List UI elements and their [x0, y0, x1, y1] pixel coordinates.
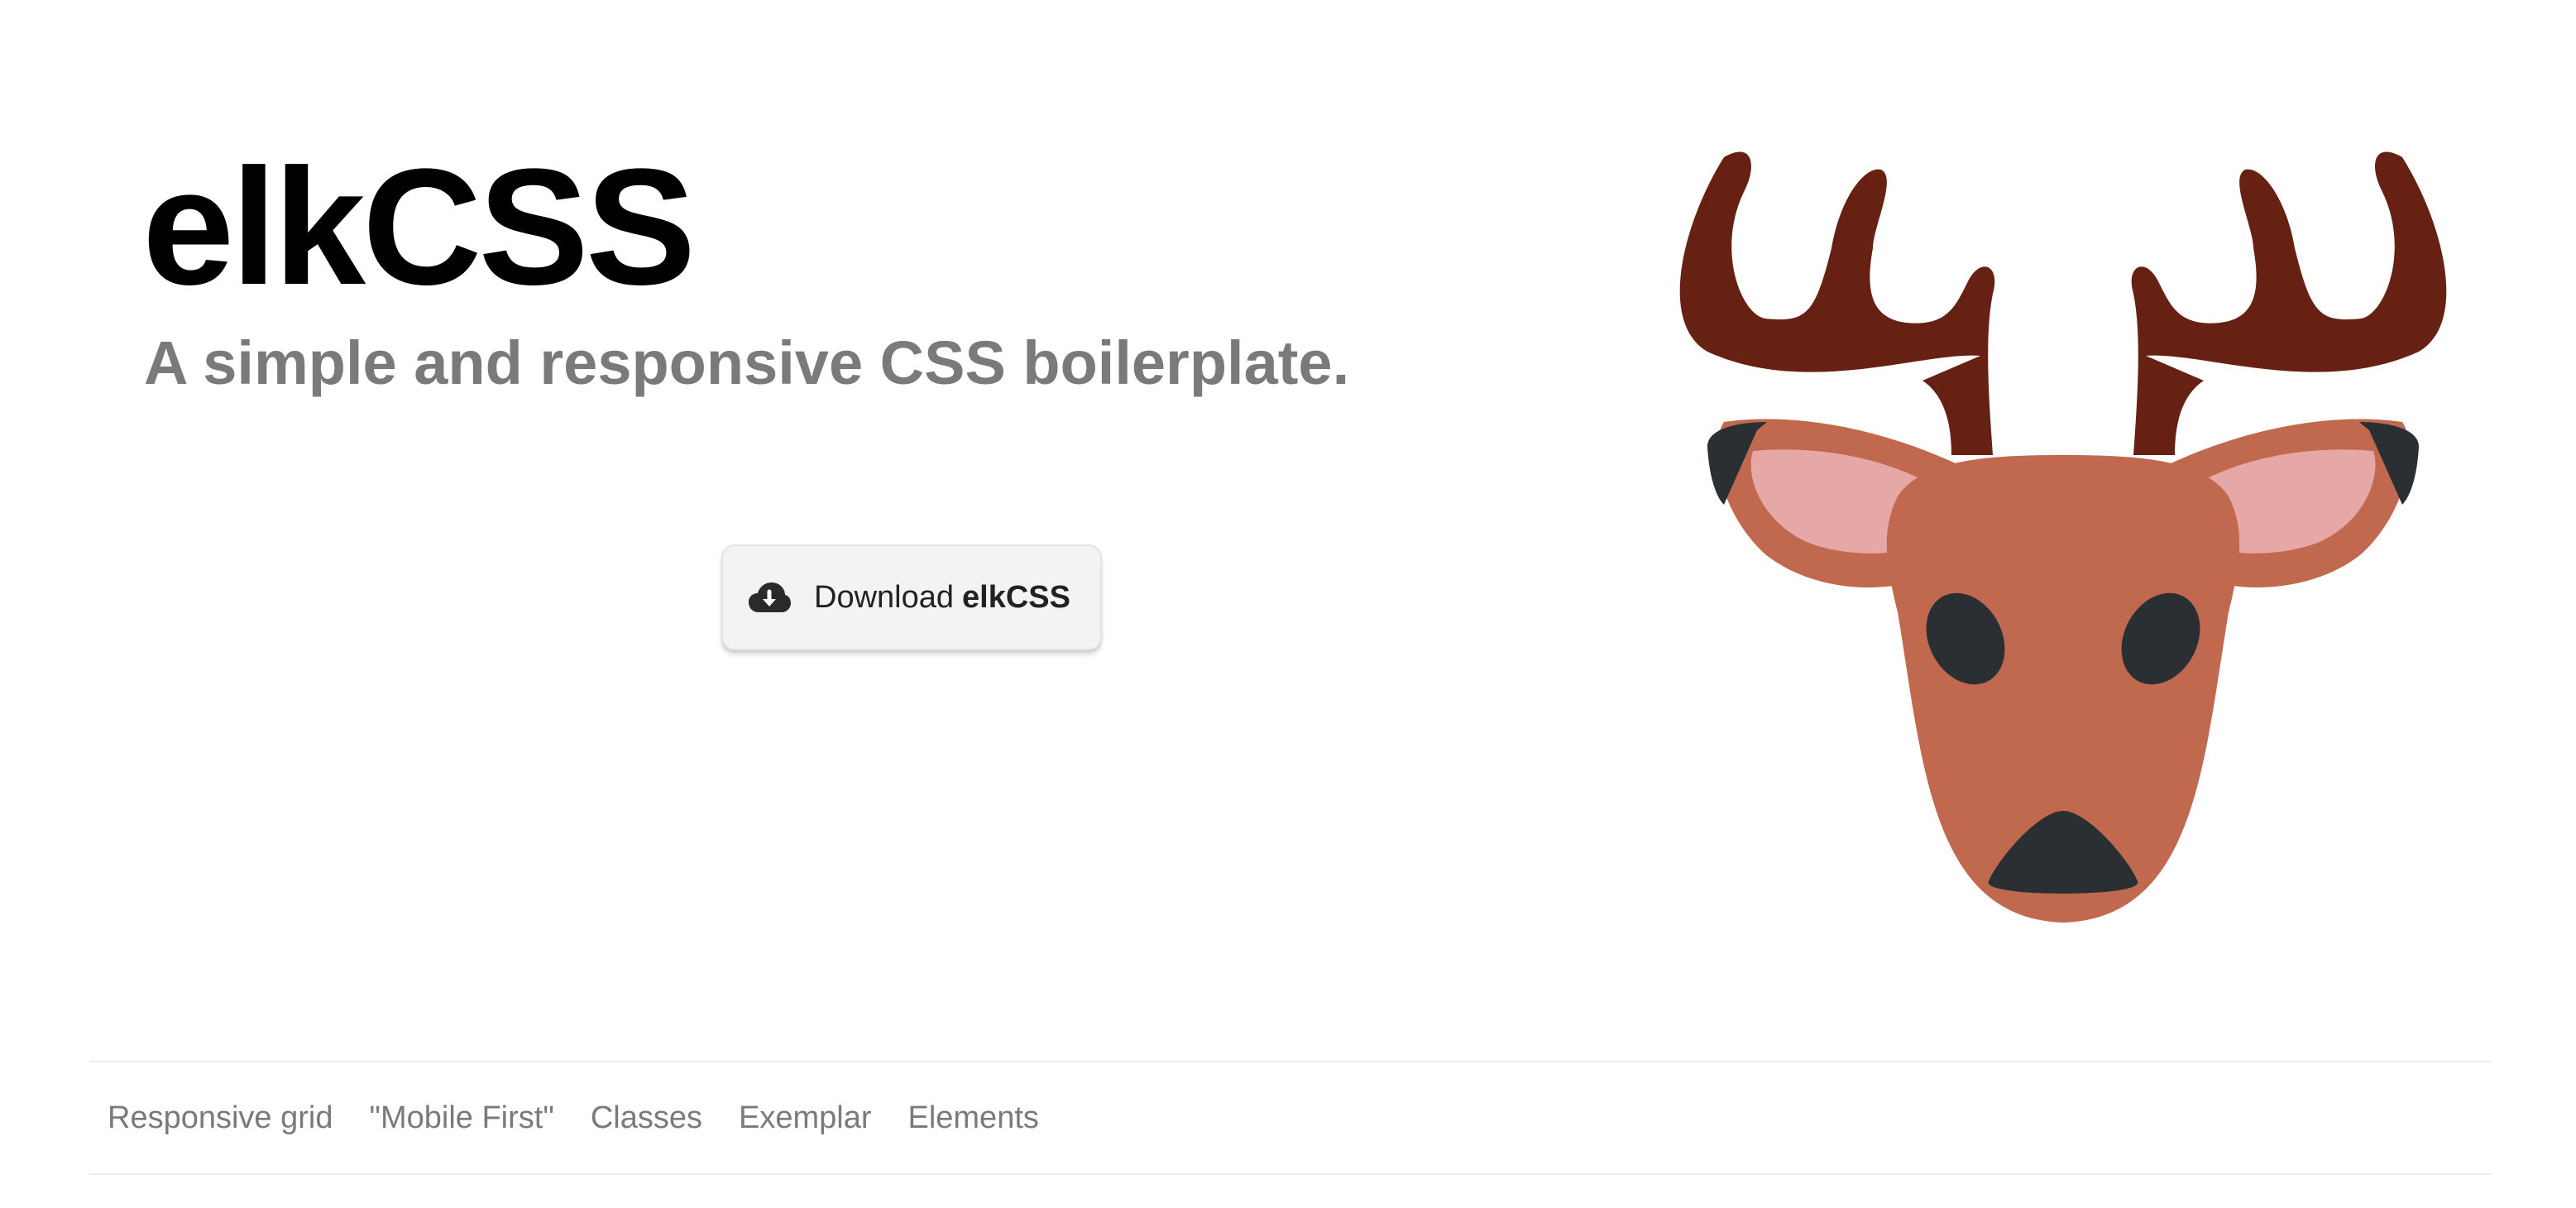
download-button[interactable]: Download elkCSS [721, 544, 1102, 650]
download-button-label: Download [814, 579, 954, 615]
nav-link-responsive-grid[interactable]: Responsive grid [108, 1100, 333, 1136]
nav-link-exemplar[interactable]: Exemplar [739, 1100, 872, 1136]
nav-link-mobile-first[interactable]: "Mobile First" [369, 1100, 553, 1136]
nav-link-elements[interactable]: Elements [907, 1100, 1038, 1136]
cloud-download-icon [748, 581, 791, 614]
page-subtitle: A simple and responsive CSS boilerplate. [144, 328, 1350, 397]
footer-nav: Responsive grid "Mobile First" Classes E… [89, 1061, 2492, 1175]
deer-head-icon [1674, 149, 2452, 927]
page-title: elkCSS [142, 135, 696, 319]
download-button-brand: elkCSS [962, 579, 1070, 615]
nav-link-classes[interactable]: Classes [591, 1100, 702, 1136]
